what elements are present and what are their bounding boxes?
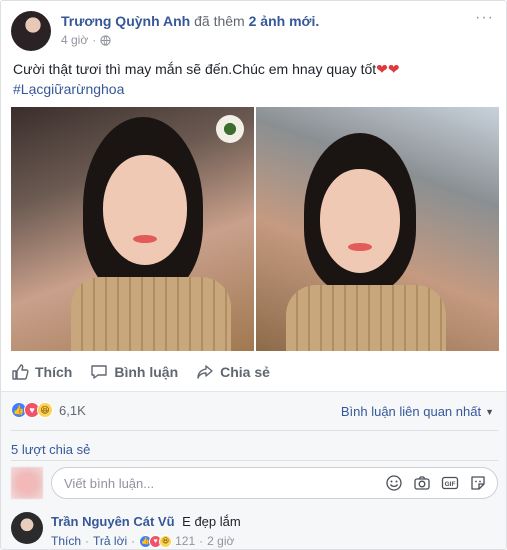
feedback-section: 👍 ♥ 😆 6,1K Bình luận liên quan nhất ▼ 5 … [1, 391, 506, 549]
comment-meta: Thích · Trả lời · 👍 ♥ 😆 121 · 2 giờ [51, 534, 234, 548]
globe-icon[interactable] [100, 34, 111, 46]
author-avatar[interactable] [11, 11, 51, 51]
comment-reactions[interactable]: 👍 ♥ 😆 121 [139, 534, 195, 548]
comment-reaction-count: 121 [175, 534, 196, 548]
comment-label: Bình luận [114, 364, 179, 380]
share-button[interactable]: Chia sẻ [196, 357, 278, 387]
gif-label: GIF [445, 481, 456, 488]
photo-grid [11, 107, 499, 351]
photo-2-lips [348, 243, 372, 251]
speech-bubble-icon [91, 365, 108, 379]
composer-icons: GIF [385, 474, 487, 492]
author-name[interactable]: Trương Quỳnh Anh [61, 13, 190, 29]
meta-dot: · [85, 534, 90, 548]
photo-2-face [320, 169, 400, 273]
reactions-summary[interactable]: 👍 ♥ 😆 6,1K [11, 402, 86, 418]
reaction-count[interactable]: 6,1K [59, 403, 86, 418]
photo-1-lips [133, 235, 157, 243]
comment-reply-link[interactable]: Trả lời [93, 534, 127, 548]
photo-1-face [103, 155, 187, 265]
meta-dot: · [199, 534, 204, 548]
comment-input[interactable] [64, 476, 364, 491]
post-card: Trương Quỳnh Anh đã thêm 2 ảnh mới. 4 gi… [0, 0, 507, 550]
photo-2-dress [286, 285, 446, 351]
comment-item: Trần Nguyên Cát Vũ E đẹp lắm Thích · Trả… [11, 512, 498, 549]
meta-dot: · [131, 534, 136, 548]
divider [11, 430, 498, 431]
comment-box[interactable]: GIF [51, 467, 498, 499]
divider [11, 460, 498, 461]
photo-2[interactable] [256, 107, 499, 351]
share-label: Chia sẻ [220, 364, 270, 380]
camera-icon[interactable] [413, 474, 431, 492]
comment-composer: GIF [11, 467, 498, 503]
author-line: Trương Quỳnh Anh đã thêm 2 ảnh mới. [61, 13, 319, 29]
more-options-icon[interactable]: ··· [475, 10, 494, 26]
comment-text: E đẹp lắm [182, 514, 241, 529]
comment-button[interactable]: Bình luận [90, 357, 186, 387]
viewer-avatar [11, 467, 43, 499]
comment-time[interactable]: 2 giờ [207, 534, 234, 548]
photo-1-dress [71, 277, 231, 351]
share-count-link[interactable]: 5 lượt chia sẻ [11, 442, 90, 457]
comment-like-link[interactable]: Thích [51, 534, 81, 548]
post-meta: 4 giờ · [61, 33, 111, 47]
post-action: đã thêm 2 ảnh mới. [194, 13, 319, 29]
caret-down-icon: ▼ [485, 406, 494, 417]
gif-icon[interactable]: GIF [441, 474, 459, 492]
flower-decoration [216, 115, 244, 143]
heart-emoji: ❤❤ [376, 61, 400, 77]
meta-dot: · [92, 33, 97, 47]
comment-sort-dropdown[interactable]: Bình luận liên quan nhất ▼ [341, 404, 494, 419]
post-time[interactable]: 4 giờ [61, 33, 88, 47]
post-action-verb: đã thêm [194, 13, 245, 29]
thumbs-up-icon [12, 364, 29, 380]
post-actions: Thích Bình luận Chia sẻ [11, 357, 496, 387]
haha-reaction-icon: 😆 [37, 402, 53, 418]
post-action-count[interactable]: 2 ảnh mới. [249, 13, 320, 29]
like-button[interactable]: Thích [11, 357, 80, 387]
hashtag-link[interactable]: #Lạcgiữarừnghoa [13, 79, 494, 99]
post-message: Cười thật tươi thì may mắn sẽ đến.Chúc e… [13, 61, 377, 77]
post-text: Cười thật tươi thì may mắn sẽ đến.Chúc e… [13, 59, 494, 99]
emoji-icon[interactable] [385, 474, 403, 492]
like-label: Thích [35, 364, 73, 380]
comment-line: Trần Nguyên Cát Vũ E đẹp lắm [51, 514, 241, 529]
post-header: Trương Quỳnh Anh đã thêm 2 ảnh mới. 4 gi… [11, 10, 496, 51]
sticker-icon[interactable] [469, 474, 487, 492]
commenter-name[interactable]: Trần Nguyên Cát Vũ [51, 514, 175, 529]
haha-reaction-icon: 😆 [159, 534, 173, 548]
share-arrow-icon [197, 365, 213, 379]
comment-sort-label: Bình luận liên quan nhất [340, 404, 482, 419]
commenter-avatar[interactable] [11, 512, 43, 544]
photo-1[interactable] [11, 107, 254, 351]
